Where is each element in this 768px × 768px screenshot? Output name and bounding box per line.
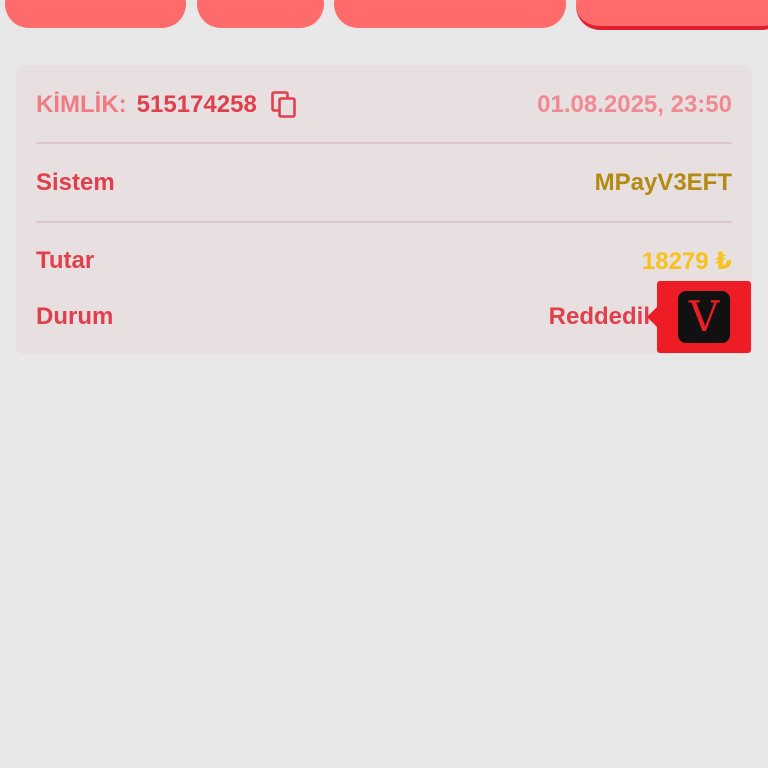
tab-1[interactable] <box>5 0 186 28</box>
id-group: KİMLİK: 515174258 <box>36 91 297 119</box>
status-row: Durum Reddedil <box>36 297 732 337</box>
transaction-card[interactable]: KİMLİK: 515174258 01.08.2025, 23:50 Sist… <box>16 65 752 354</box>
filter-tabs <box>0 0 768 30</box>
badge-pointer <box>647 307 657 327</box>
tab-4-active[interactable] <box>576 0 768 30</box>
tab-3[interactable] <box>334 0 566 28</box>
id-label: KİMLİK: <box>36 91 127 118</box>
transaction-datetime: 01.08.2025, 23:50 <box>537 91 732 118</box>
v-logo-letter: V <box>688 292 720 341</box>
divider <box>36 142 732 144</box>
system-label: Sistem <box>36 169 115 196</box>
amount-value: 18279 ₺ <box>641 247 732 275</box>
id-value: 515174258 <box>136 91 257 118</box>
system-value: MPayV3EFT <box>594 169 732 196</box>
v-logo-badge[interactable]: V <box>647 281 751 353</box>
amount-row: Tutar 18279 ₺ <box>36 241 732 281</box>
status-label: Durum <box>36 303 114 330</box>
id-row: KİMLİK: 515174258 01.08.2025, 23:50 <box>36 85 732 125</box>
status-value: Reddedil <box>548 303 650 330</box>
system-row: Sistem MPayV3EFT <box>36 163 732 203</box>
copy-icon[interactable] <box>270 91 297 119</box>
divider <box>36 221 732 223</box>
amount-label: Tutar <box>36 247 95 274</box>
v-logo-icon: V <box>678 291 730 343</box>
tab-2[interactable] <box>197 0 324 28</box>
